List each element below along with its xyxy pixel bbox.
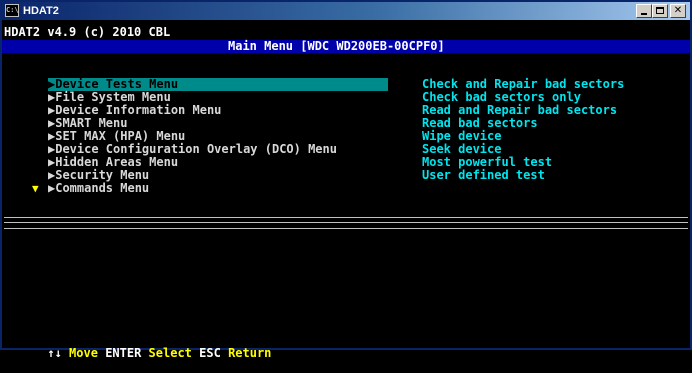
close-button[interactable]: ✕: [670, 4, 686, 18]
esc-key-hint: ESC: [199, 346, 221, 360]
move-action-label: Move: [69, 346, 98, 360]
main-menu-title: Main Menu [WDC WD200EB-00CPF0]: [228, 39, 445, 53]
enter-key-hint: ENTER: [105, 346, 142, 360]
minimize-icon: [641, 13, 647, 15]
move-key-hint: ↑↓: [47, 346, 62, 360]
console-icon[interactable]: C:\: [5, 4, 19, 17]
close-icon: ✕: [673, 5, 683, 16]
console-window: C:\ HDAT2 ✕ HDAT2 v4.9 (c) 2010 CBL Main…: [0, 0, 692, 360]
terminal-area: HDAT2 v4.9 (c) 2010 CBL Main Menu [WDC W…: [2, 20, 690, 360]
program-header: HDAT2 v4.9 (c) 2010 CBL: [4, 25, 171, 39]
menu-item-commands[interactable]: ▶Commands Menu: [48, 182, 149, 195]
scroll-down-arrow-icon: ▼: [32, 182, 39, 195]
description-line: User defined test: [422, 168, 545, 182]
title-bar[interactable]: C:\ HDAT2 ✕: [2, 2, 690, 20]
return-action-label: Return: [228, 346, 272, 360]
divider: [4, 217, 688, 218]
status-bar: ↑↓ Move ENTER Select ESC Return: [4, 334, 271, 373]
minimize-button[interactable]: [636, 4, 652, 18]
divider: [4, 222, 688, 223]
maximize-icon: [656, 7, 664, 14]
window-title: HDAT2: [23, 5, 59, 17]
divider: [4, 228, 688, 229]
main-menu-bar: Main Menu [WDC WD200EB-00CPF0]: [2, 40, 690, 53]
maximize-button[interactable]: [652, 4, 668, 18]
select-action-label: Select: [148, 346, 192, 360]
